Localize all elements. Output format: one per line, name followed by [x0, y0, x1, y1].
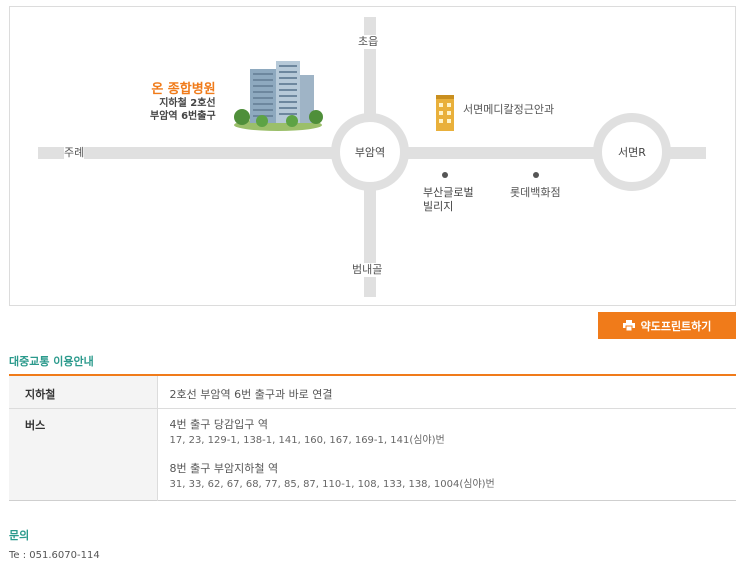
landmark1-line1: 부산글로벌 [423, 186, 474, 199]
print-map-label: 약도프린트하기 [640, 319, 712, 333]
landmark1-dot [442, 172, 448, 178]
table-row: 지하철 2호선 부암역 6번 출구과 바로 연결 [9, 375, 736, 409]
print-map-button[interactable]: 약도프린트하기 [598, 312, 736, 339]
bus-header: 버스 [9, 408, 158, 500]
map-node-buam-label: 부암역 [354, 146, 386, 159]
location-map: 주례 초읍 범내골 부암역 서면R 온 종합병원 지하철 2호선 부암역 6번출… [9, 6, 736, 306]
map-node-buam-station: 부암역 [331, 113, 409, 191]
subway-header: 지하철 [9, 375, 158, 409]
landmark1-line2: 빌리지 [423, 200, 454, 213]
map-node-seomyeon: 서면R [593, 113, 671, 191]
hospital-name: 온 종합병원 [151, 82, 216, 97]
bus-routes-1: 17, 23, 129-1, 138-1, 141, 160, 167, 169… [169, 434, 445, 446]
bus-value: 4번 출구 당감입구 역 17, 23, 129-1, 138-1, 141, … [157, 408, 736, 500]
map-label-west: 주례 [38, 146, 86, 160]
hospital-building-icon [234, 61, 323, 131]
bus-stop-2: 8번 출구 부암지하철 역 [169, 461, 279, 475]
landmark2-label: 롯데백화점 [508, 186, 563, 200]
landmark1-label: 부산글로벌 빌리지 [423, 186, 474, 214]
bus-stop-1: 4번 출구 당감입구 역 [169, 417, 268, 431]
west-label-text: 주례 [64, 146, 85, 160]
map-node-seomyeon-label: 서면R [618, 146, 646, 159]
contact-section-title: 문의 [9, 529, 30, 542]
landmark2-dot [533, 172, 539, 178]
hospital-label: 온 종합병원 지하철 2호선 부암역 6번출구 [150, 83, 216, 123]
table-row: 버스 4번 출구 당감입구 역 17, 23, 129-1, 138-1, 14… [9, 408, 736, 500]
map-label-south: 범내골 [350, 263, 385, 277]
printer-icon [622, 320, 635, 331]
map-label-north: 초읍 [356, 35, 381, 49]
contact-tel: Te : 051.6070-114 [9, 550, 100, 561]
clinic-building-icon [436, 95, 454, 131]
subway-value: 2호선 부암역 6번 출구과 바로 연결 [157, 375, 736, 409]
hospital-line2: 부암역 6번출구 [150, 111, 216, 122]
clinic-label: 서면메디칼정근안과 [461, 103, 557, 117]
transit-section-title: 대중교통 이용안내 [9, 355, 94, 368]
bus-routes-2: 31, 33, 62, 67, 68, 77, 85, 87, 110-1, 1… [169, 478, 495, 490]
hospital-line1: 지하철 2호선 [159, 98, 216, 109]
transit-table: 지하철 2호선 부암역 6번 출구과 바로 연결 버스 4번 출구 당감입구 역… [9, 374, 736, 501]
